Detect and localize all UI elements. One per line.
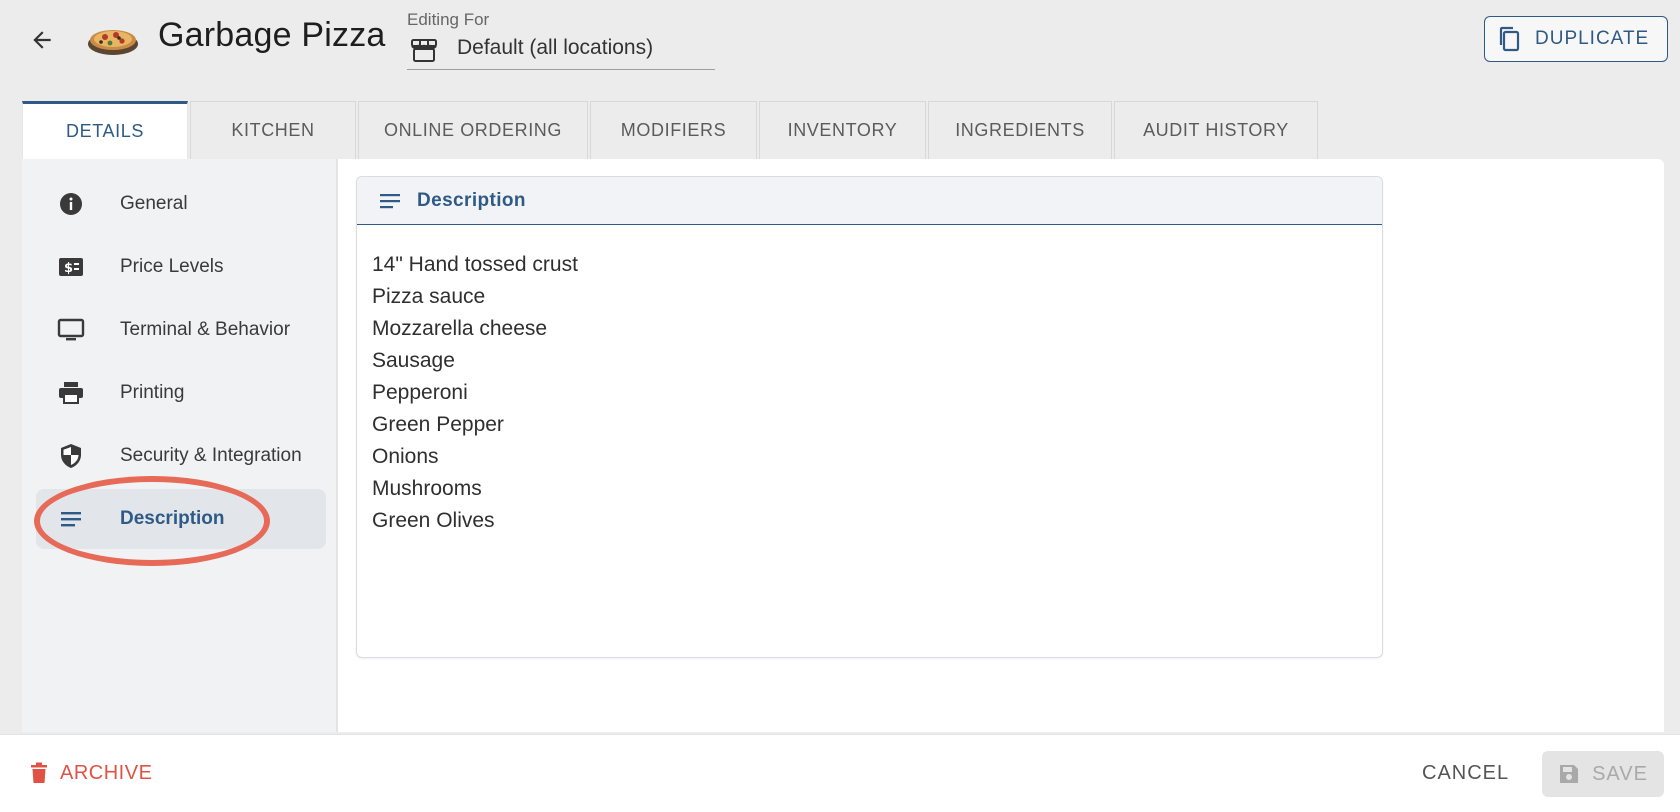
printer-icon: [56, 378, 86, 408]
svg-text:$: $: [64, 261, 73, 276]
lines-icon: [56, 504, 86, 534]
sidebar-item-security-integration[interactable]: Security & Integration: [36, 426, 326, 486]
save-button[interactable]: SAVE: [1542, 751, 1664, 797]
description-line: Pepperoni: [372, 381, 468, 404]
info-icon: [56, 189, 86, 219]
sidebar-item-general[interactable]: General: [36, 174, 326, 234]
description-line: Mushrooms: [372, 477, 482, 500]
sidebar-item-printing[interactable]: Printing: [36, 363, 326, 423]
store-icon: [411, 39, 437, 62]
description-card-title: Description: [417, 189, 526, 211]
arrow-left-icon: [33, 31, 51, 49]
trash-icon: [31, 762, 47, 783]
sidebar-item-label: Description: [120, 508, 225, 529]
tab-online-ordering[interactable]: ONLINE ORDERING: [358, 101, 588, 159]
duplicate-label: DUPLICATE: [1535, 28, 1650, 49]
page-title: Garbage Pizza: [158, 16, 386, 54]
archive-label: ARCHIVE: [60, 761, 153, 784]
back-button[interactable]: [26, 24, 58, 56]
duplicate-button[interactable]: DUPLICATE: [1484, 16, 1668, 62]
sidebar-item-terminal-behavior[interactable]: Terminal & Behavior: [36, 300, 326, 360]
description-card-header: Description: [357, 177, 1382, 225]
description-text[interactable]: 14" Hand tossed crust Pizza sauce Mozzar…: [357, 225, 1382, 537]
description-line: Green Olives: [372, 509, 495, 532]
details-sidebar: General $ Price Levels Terminal & Behavi…: [22, 159, 338, 732]
save-label: SAVE: [1592, 762, 1648, 785]
sidebar-item-price-levels[interactable]: $ Price Levels: [36, 237, 326, 297]
tab-inventory[interactable]: INVENTORY: [759, 101, 926, 159]
description-line: Pizza sauce: [372, 285, 486, 308]
lines-icon: [380, 193, 400, 208]
copy-icon: [1499, 26, 1520, 52]
tab-audit-history[interactable]: AUDIT HISTORY: [1114, 101, 1318, 159]
tab-ingredients[interactable]: INGREDIENTS: [928, 101, 1112, 159]
description-line: Onions: [372, 445, 439, 468]
save-icon: [1560, 765, 1579, 783]
sidebar-item-label: Security & Integration: [120, 445, 302, 466]
tab-bar: DETAILS KITCHEN ONLINE ORDERING MODIFIER…: [22, 101, 1320, 159]
tab-kitchen[interactable]: KITCHEN: [190, 101, 356, 159]
archive-button[interactable]: ARCHIVE: [30, 753, 152, 793]
sidebar-item-label: General: [120, 193, 188, 214]
description-line: 14" Hand tossed crust: [372, 253, 578, 276]
sidebar-item-label: Printing: [120, 382, 185, 403]
monitor-icon: [56, 315, 86, 345]
tab-details[interactable]: DETAILS: [22, 101, 188, 159]
action-footer: ARCHIVE CANCEL SAVE: [0, 734, 1680, 812]
sidebar-item-label: Price Levels: [120, 256, 224, 277]
pizza-thumbnail: [86, 18, 140, 58]
editing-for-label: Editing For: [407, 10, 490, 29]
sidebar-item-label: Terminal & Behavior: [120, 319, 291, 340]
description-line: Sausage: [372, 349, 455, 372]
page-header: Garbage Pizza Editing For Default (all l…: [0, 0, 1680, 100]
description-line: Mozzarella cheese: [372, 317, 548, 340]
sidebar-item-description[interactable]: Description: [36, 489, 326, 549]
description-line: Green Pepper: [372, 413, 504, 436]
cancel-button[interactable]: CANCEL: [1422, 753, 1509, 793]
shield-icon: [56, 441, 86, 471]
tab-modifiers[interactable]: MODIFIERS: [590, 101, 757, 159]
dollar-card-icon: $: [56, 252, 86, 282]
description-card: Description 14" Hand tossed crust Pizza …: [356, 176, 1383, 658]
editing-for-value: Default (all locations): [457, 36, 654, 59]
location-selector[interactable]: Editing For Default (all locations): [407, 8, 715, 70]
